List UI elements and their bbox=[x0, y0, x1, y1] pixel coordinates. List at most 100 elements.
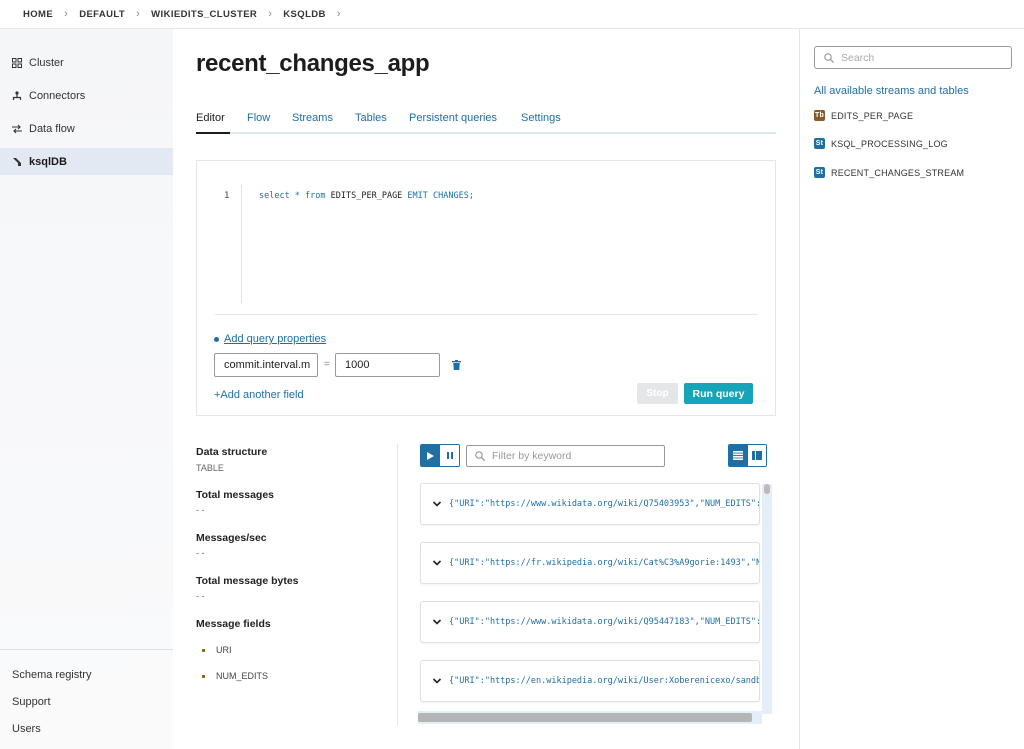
sidebar-item-ksqldb[interactable]: ksqlDB bbox=[0, 148, 173, 175]
list-view-button[interactable] bbox=[729, 445, 748, 466]
stream-controls bbox=[420, 444, 460, 467]
sidebar: Cluster Connectors Data flow ksqlDB Sche… bbox=[0, 29, 173, 749]
play-button[interactable] bbox=[421, 445, 440, 466]
breadcrumb-home[interactable]: HOME bbox=[23, 9, 53, 20]
grid-icon bbox=[12, 57, 22, 68]
run-query-button[interactable]: Run query bbox=[684, 383, 753, 404]
sidebar-item-label: ksqlDB bbox=[29, 155, 67, 168]
search-icon bbox=[824, 52, 834, 63]
message-row[interactable]: {"URI":"https://www.wikidata.org/wiki/Q9… bbox=[420, 601, 760, 643]
message-field-name: URI bbox=[216, 645, 232, 655]
pause-button[interactable] bbox=[440, 445, 459, 466]
breadcrumb-ksqldb[interactable]: KSQLDB bbox=[283, 9, 326, 20]
query-editor-card: 1 select * from EDITS_PER_PAGE EMIT CHAN… bbox=[196, 160, 776, 416]
line-number: 1 bbox=[224, 191, 230, 201]
connector-icon bbox=[12, 90, 22, 101]
search-placeholder: Search bbox=[841, 51, 875, 64]
bullet-icon bbox=[214, 336, 219, 342]
sidebar-item-label: Data flow bbox=[29, 122, 75, 135]
property-value-input[interactable]: 1000 bbox=[335, 353, 440, 377]
stop-button[interactable]: Stop bbox=[637, 383, 678, 404]
search-input[interactable]: Search bbox=[814, 46, 1012, 69]
code-keyword: select * from bbox=[259, 191, 331, 201]
breadcrumb-default[interactable]: DEFAULT bbox=[79, 9, 125, 20]
code-keyword: EMIT CHANGES; bbox=[402, 191, 474, 201]
property-key-input[interactable]: commit.interval.m bbox=[214, 353, 318, 377]
chevron-right-icon: › bbox=[336, 8, 341, 20]
sidebar-link-users[interactable]: Users bbox=[12, 723, 41, 735]
active-tab-indicator bbox=[196, 132, 230, 134]
search-icon bbox=[475, 451, 485, 461]
tab-flow[interactable]: Flow bbox=[247, 112, 270, 124]
total-messages-value: - - bbox=[196, 505, 205, 515]
messages-sec-label: Messages/sec bbox=[196, 532, 267, 544]
sidebar-link-support[interactable]: Support bbox=[12, 696, 51, 708]
message-field-item: URI bbox=[202, 645, 232, 655]
ksqldb-icon bbox=[12, 157, 22, 167]
sidebar-item-label: Connectors bbox=[29, 89, 86, 102]
scrollbar-thumb[interactable] bbox=[418, 713, 752, 722]
message-json: {"URI":"https://en.wikipedia.org/wiki/Us… bbox=[449, 676, 759, 686]
play-icon bbox=[427, 451, 434, 460]
pause-icon bbox=[446, 452, 453, 459]
scrollbar-thumb[interactable] bbox=[764, 484, 770, 494]
add-another-field-link[interactable]: +Add another field bbox=[214, 389, 304, 401]
chevron-down-icon[interactable] bbox=[432, 617, 442, 627]
chevron-down-icon[interactable] bbox=[432, 499, 442, 509]
message-row[interactable]: {"URI":"https://fr.wikipedia.org/wiki/Ca… bbox=[420, 542, 760, 584]
tab-bar: Editor Flow Streams Tables Persistent qu… bbox=[196, 110, 776, 134]
stream-item-recent-changes-stream[interactable]: St RECENT_CHANGES_STREAM bbox=[814, 167, 964, 178]
total-bytes-label: Total message bytes bbox=[196, 575, 299, 587]
stream-name: EDITS_PER_PAGE bbox=[831, 110, 914, 121]
editor-gutter bbox=[241, 185, 242, 303]
sidebar-divider bbox=[0, 649, 173, 650]
table-badge-icon: Tb bbox=[814, 110, 825, 121]
data-structure-label: Data structure bbox=[196, 446, 268, 458]
filter-input[interactable]: Filter by keyword bbox=[466, 445, 665, 467]
tab-settings[interactable]: Settings bbox=[521, 112, 561, 124]
add-query-properties-label: Add query properties bbox=[224, 333, 327, 345]
message-row[interactable]: {"URI":"https://www.wikidata.org/wiki/Q7… bbox=[420, 483, 760, 525]
tab-editor[interactable]: Editor bbox=[196, 112, 225, 124]
sidebar-item-connectors[interactable]: Connectors bbox=[0, 82, 173, 109]
table-view-button[interactable] bbox=[747, 445, 766, 466]
sidebar-item-label: Cluster bbox=[29, 56, 64, 69]
chevron-right-icon: › bbox=[268, 8, 273, 20]
message-row[interactable]: {"URI":"https://en.wikipedia.org/wiki/Us… bbox=[420, 660, 760, 702]
stream-item-ksql-processing-log[interactable]: St KSQL_PROCESSING_LOG bbox=[814, 138, 948, 149]
message-fields-label: Message fields bbox=[196, 618, 271, 630]
breadcrumb: HOME › DEFAULT › WIKIEDITS_CLUSTER › KSQ… bbox=[0, 0, 1024, 29]
chevron-down-icon[interactable] bbox=[432, 558, 442, 568]
view-toggle bbox=[728, 444, 767, 467]
all-streams-link[interactable]: All available streams and tables bbox=[814, 85, 969, 97]
tab-tables[interactable]: Tables bbox=[355, 112, 387, 124]
panel-divider bbox=[397, 444, 398, 726]
query-editor[interactable]: select * from EDITS_PER_PAGE EMIT CHANGE… bbox=[259, 191, 474, 201]
tab-streams[interactable]: Streams bbox=[292, 112, 333, 124]
sidebar-link-schema-registry[interactable]: Schema registry bbox=[12, 669, 91, 681]
chevron-down-icon[interactable] bbox=[432, 676, 442, 686]
dataflow-icon bbox=[12, 124, 22, 134]
add-query-properties-link[interactable]: Add query properties bbox=[214, 333, 326, 345]
bullet-icon bbox=[202, 648, 205, 652]
message-json: {"URI":"https://fr.wikipedia.org/wiki/Ca… bbox=[449, 558, 759, 568]
breadcrumb-cluster[interactable]: WIKIEDITS_CLUSTER bbox=[151, 9, 257, 20]
chevron-right-icon: › bbox=[136, 8, 141, 20]
data-structure-value: TABLE bbox=[196, 463, 224, 473]
stream-name: RECENT_CHANGES_STREAM bbox=[831, 167, 965, 178]
vertical-scrollbar[interactable] bbox=[762, 484, 772, 714]
streams-panel: Search All available streams and tables … bbox=[799, 29, 1024, 749]
columns-icon bbox=[751, 451, 762, 460]
page-title: recent_changes_app bbox=[196, 50, 430, 77]
trash-icon[interactable] bbox=[452, 360, 461, 370]
tab-persistent-queries[interactable]: Persistent queries bbox=[409, 112, 497, 124]
stream-item-edits-per-page[interactable]: Tb EDITS_PER_PAGE bbox=[814, 110, 913, 121]
horizontal-scrollbar[interactable] bbox=[418, 711, 762, 724]
sidebar-item-data-flow[interactable]: Data flow bbox=[0, 115, 173, 142]
message-field-item: NUM_EDITS bbox=[202, 671, 268, 681]
stream-name: KSQL_PROCESSING_LOG bbox=[831, 138, 948, 149]
filter-placeholder: Filter by keyword bbox=[492, 450, 572, 462]
sidebar-item-cluster[interactable]: Cluster bbox=[0, 49, 173, 76]
message-field-name: NUM_EDITS bbox=[216, 671, 269, 681]
code-identifier: EDITS_PER_PAGE bbox=[330, 191, 403, 201]
